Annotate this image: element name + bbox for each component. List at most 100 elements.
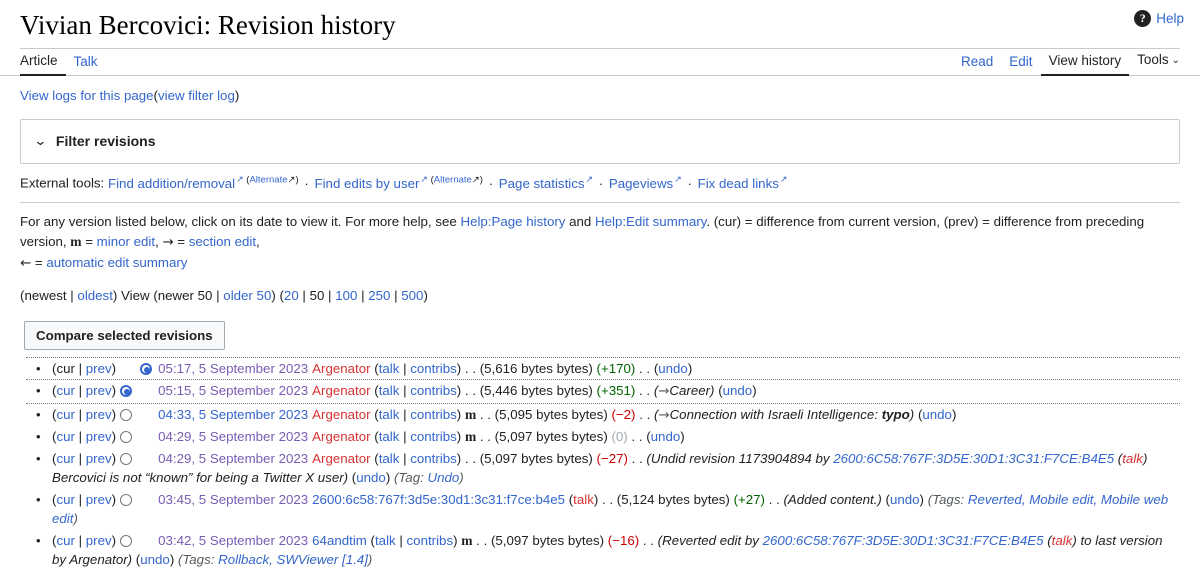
tab-read[interactable]: Read [953, 54, 1001, 75]
user-talk-link[interactable]: talk [379, 407, 400, 422]
user-link[interactable]: Argenator [312, 361, 370, 376]
user-talk-link[interactable]: talk [379, 429, 400, 444]
user-link[interactable]: 64andtim [312, 533, 367, 548]
paren-close: ) [111, 491, 117, 507]
tab-edit-label[interactable]: Edit [1009, 54, 1032, 69]
prev-link[interactable]: prev [86, 407, 112, 422]
user-talk-link[interactable]: talk [379, 361, 400, 376]
minor-edit-link[interactable]: minor edit [97, 234, 155, 249]
user-contribs-link[interactable]: contribs [410, 383, 457, 398]
pg-count-500[interactable]: 500 [401, 288, 423, 303]
revision-date-link[interactable]: 04:33, 5 September 2023 [158, 407, 308, 422]
cur-link[interactable]: cur [56, 407, 74, 422]
pg-older50-link[interactable]: older 50 [223, 288, 271, 303]
cur-link[interactable]: cur [56, 533, 74, 548]
comment-user-link[interactable]: 2600:6C58:767F:3D5E:30D1:3C31:F7CE:B4E5 [763, 533, 1044, 548]
prev-link[interactable]: prev [86, 383, 112, 398]
external-tool-link[interactable]: Fix dead links [698, 176, 779, 191]
user-contribs-link[interactable]: contribs [410, 407, 457, 422]
user-contribs-link[interactable]: contribs [407, 533, 454, 548]
undo-link[interactable]: undo [658, 361, 688, 376]
user-talk-link[interactable]: talk [379, 451, 400, 466]
comment-user-talk-link[interactable]: talk [1052, 533, 1073, 548]
diff-from-radio[interactable] [120, 534, 133, 547]
undo-link[interactable]: undo [356, 470, 386, 485]
alternate-link[interactable]: (Alternate↗) [244, 174, 298, 185]
external-tool-link[interactable]: Find addition/removal [108, 176, 235, 191]
revision-date-link[interactable]: 04:29, 5 September 2023 [158, 451, 308, 466]
user-talk-link[interactable]: talk [379, 383, 400, 398]
cur-link[interactable]: cur [56, 383, 74, 398]
user-link[interactable]: Argenator [312, 451, 370, 466]
pg-count-250[interactable]: 250 [368, 288, 390, 303]
automatic-edit-summary-link[interactable]: automatic edit summary [46, 255, 187, 270]
revision-date-link[interactable]: 04:29, 5 September 2023 [158, 429, 308, 444]
prev-link[interactable]: prev [86, 361, 112, 376]
undo-link[interactable]: undo [922, 407, 952, 422]
alternate-link[interactable]: (Alternate↗) [428, 174, 483, 185]
user-talk-link[interactable]: talk [573, 492, 594, 507]
prev-link[interactable]: prev [86, 492, 112, 507]
tab-talk-label[interactable]: Talk [74, 54, 98, 69]
cur-link[interactable]: cur [56, 429, 74, 444]
revision-row: (cur | prev)05:15, 5 September 2023Argen… [26, 380, 1180, 404]
tab-tools-label: Tools [1137, 52, 1169, 67]
user-contribs-link[interactable]: contribs [410, 361, 457, 376]
diff-from-radio[interactable] [120, 408, 133, 421]
revision-date-link[interactable]: 05:17, 5 September 2023 [158, 361, 308, 376]
revision-date-link[interactable]: 03:45, 5 September 2023 [158, 492, 308, 507]
undo-link[interactable]: undo [723, 383, 753, 398]
user-talk-link[interactable]: talk [375, 533, 396, 548]
diff-from-radio[interactable] [120, 452, 133, 465]
tab-read-label[interactable]: Read [961, 54, 993, 69]
alternate-label[interactable]: Alternate [434, 174, 472, 185]
pg-oldest-link[interactable]: oldest [77, 288, 112, 303]
diff-to-radio[interactable] [140, 362, 153, 375]
tab-article[interactable]: Article [20, 53, 66, 76]
user-link[interactable]: Argenator [312, 407, 370, 422]
undo-link[interactable]: undo [890, 492, 920, 507]
user-contribs-link[interactable]: contribs [410, 451, 457, 466]
user-link[interactable]: Argenator [312, 383, 370, 398]
view-logs-link[interactable]: View logs for this page [20, 88, 154, 103]
user-link[interactable]: Argenator [312, 429, 370, 444]
external-tool-link[interactable]: Page statistics [499, 176, 585, 191]
tab-tools[interactable]: Tools ⌄ [1129, 52, 1180, 75]
user-link[interactable]: 2600:6c58:767f:3d5e:30d1:3c31:f7ce:b4e5 [312, 492, 565, 507]
compare-selected-revisions-button[interactable]: Compare selected revisions [24, 320, 225, 350]
diff-from-radio[interactable] [120, 385, 133, 398]
tab-edit[interactable]: Edit [1001, 54, 1040, 75]
view-filter-log-link[interactable]: view filter log [158, 88, 235, 103]
external-tool-link[interactable]: Pageviews [609, 176, 673, 191]
prev-link[interactable]: prev [86, 429, 112, 444]
undo-link[interactable]: undo [140, 552, 170, 567]
pg-count-100[interactable]: 100 [335, 288, 357, 303]
help-link[interactable]: ? Help [1134, 10, 1184, 27]
section-edit-link[interactable]: section edit [189, 234, 256, 249]
help-page-history-link[interactable]: Help:Page history [460, 214, 565, 229]
pg-count-20[interactable]: 20 [284, 288, 299, 303]
help-edit-summary-link[interactable]: Help:Edit summary [595, 214, 706, 229]
prev-link[interactable]: prev [86, 533, 112, 548]
tags-values[interactable]: Undo [428, 470, 460, 485]
revision-date-link[interactable]: 03:42, 5 September 2023 [158, 533, 308, 548]
revision-size: (5,124 bytes bytes) [616, 491, 730, 507]
help-label[interactable]: Help [1156, 11, 1184, 26]
user-contribs-link[interactable]: contribs [410, 429, 457, 444]
filter-revisions-panel[interactable]: ⌄ Filter revisions [20, 118, 1180, 165]
diff-from-radio[interactable] [120, 493, 133, 506]
diff-from-radio[interactable] [120, 431, 133, 444]
tab-view-history[interactable]: View history [1040, 53, 1130, 76]
alternate-label[interactable]: Alternate [249, 174, 287, 185]
revision-user: Argenator (talk | contribs) [312, 451, 461, 466]
cur-link[interactable]: cur [56, 492, 74, 507]
tags-values[interactable]: Rollback, SWViewer [1.4] [218, 552, 368, 567]
tab-talk[interactable]: Talk [66, 54, 106, 75]
prev-link[interactable]: prev [86, 451, 112, 466]
comment-user-link[interactable]: 2600:6C58:767F:3D5E:30D1:3C31:F7CE:B4E5 [833, 451, 1114, 466]
cur-link[interactable]: cur [56, 451, 74, 466]
external-tool-link[interactable]: Find edits by user [314, 176, 419, 191]
revision-date-link[interactable]: 05:15, 5 September 2023 [158, 383, 308, 398]
undo-link[interactable]: undo [651, 429, 681, 444]
comment-user-talk-link[interactable]: talk [1122, 451, 1143, 466]
